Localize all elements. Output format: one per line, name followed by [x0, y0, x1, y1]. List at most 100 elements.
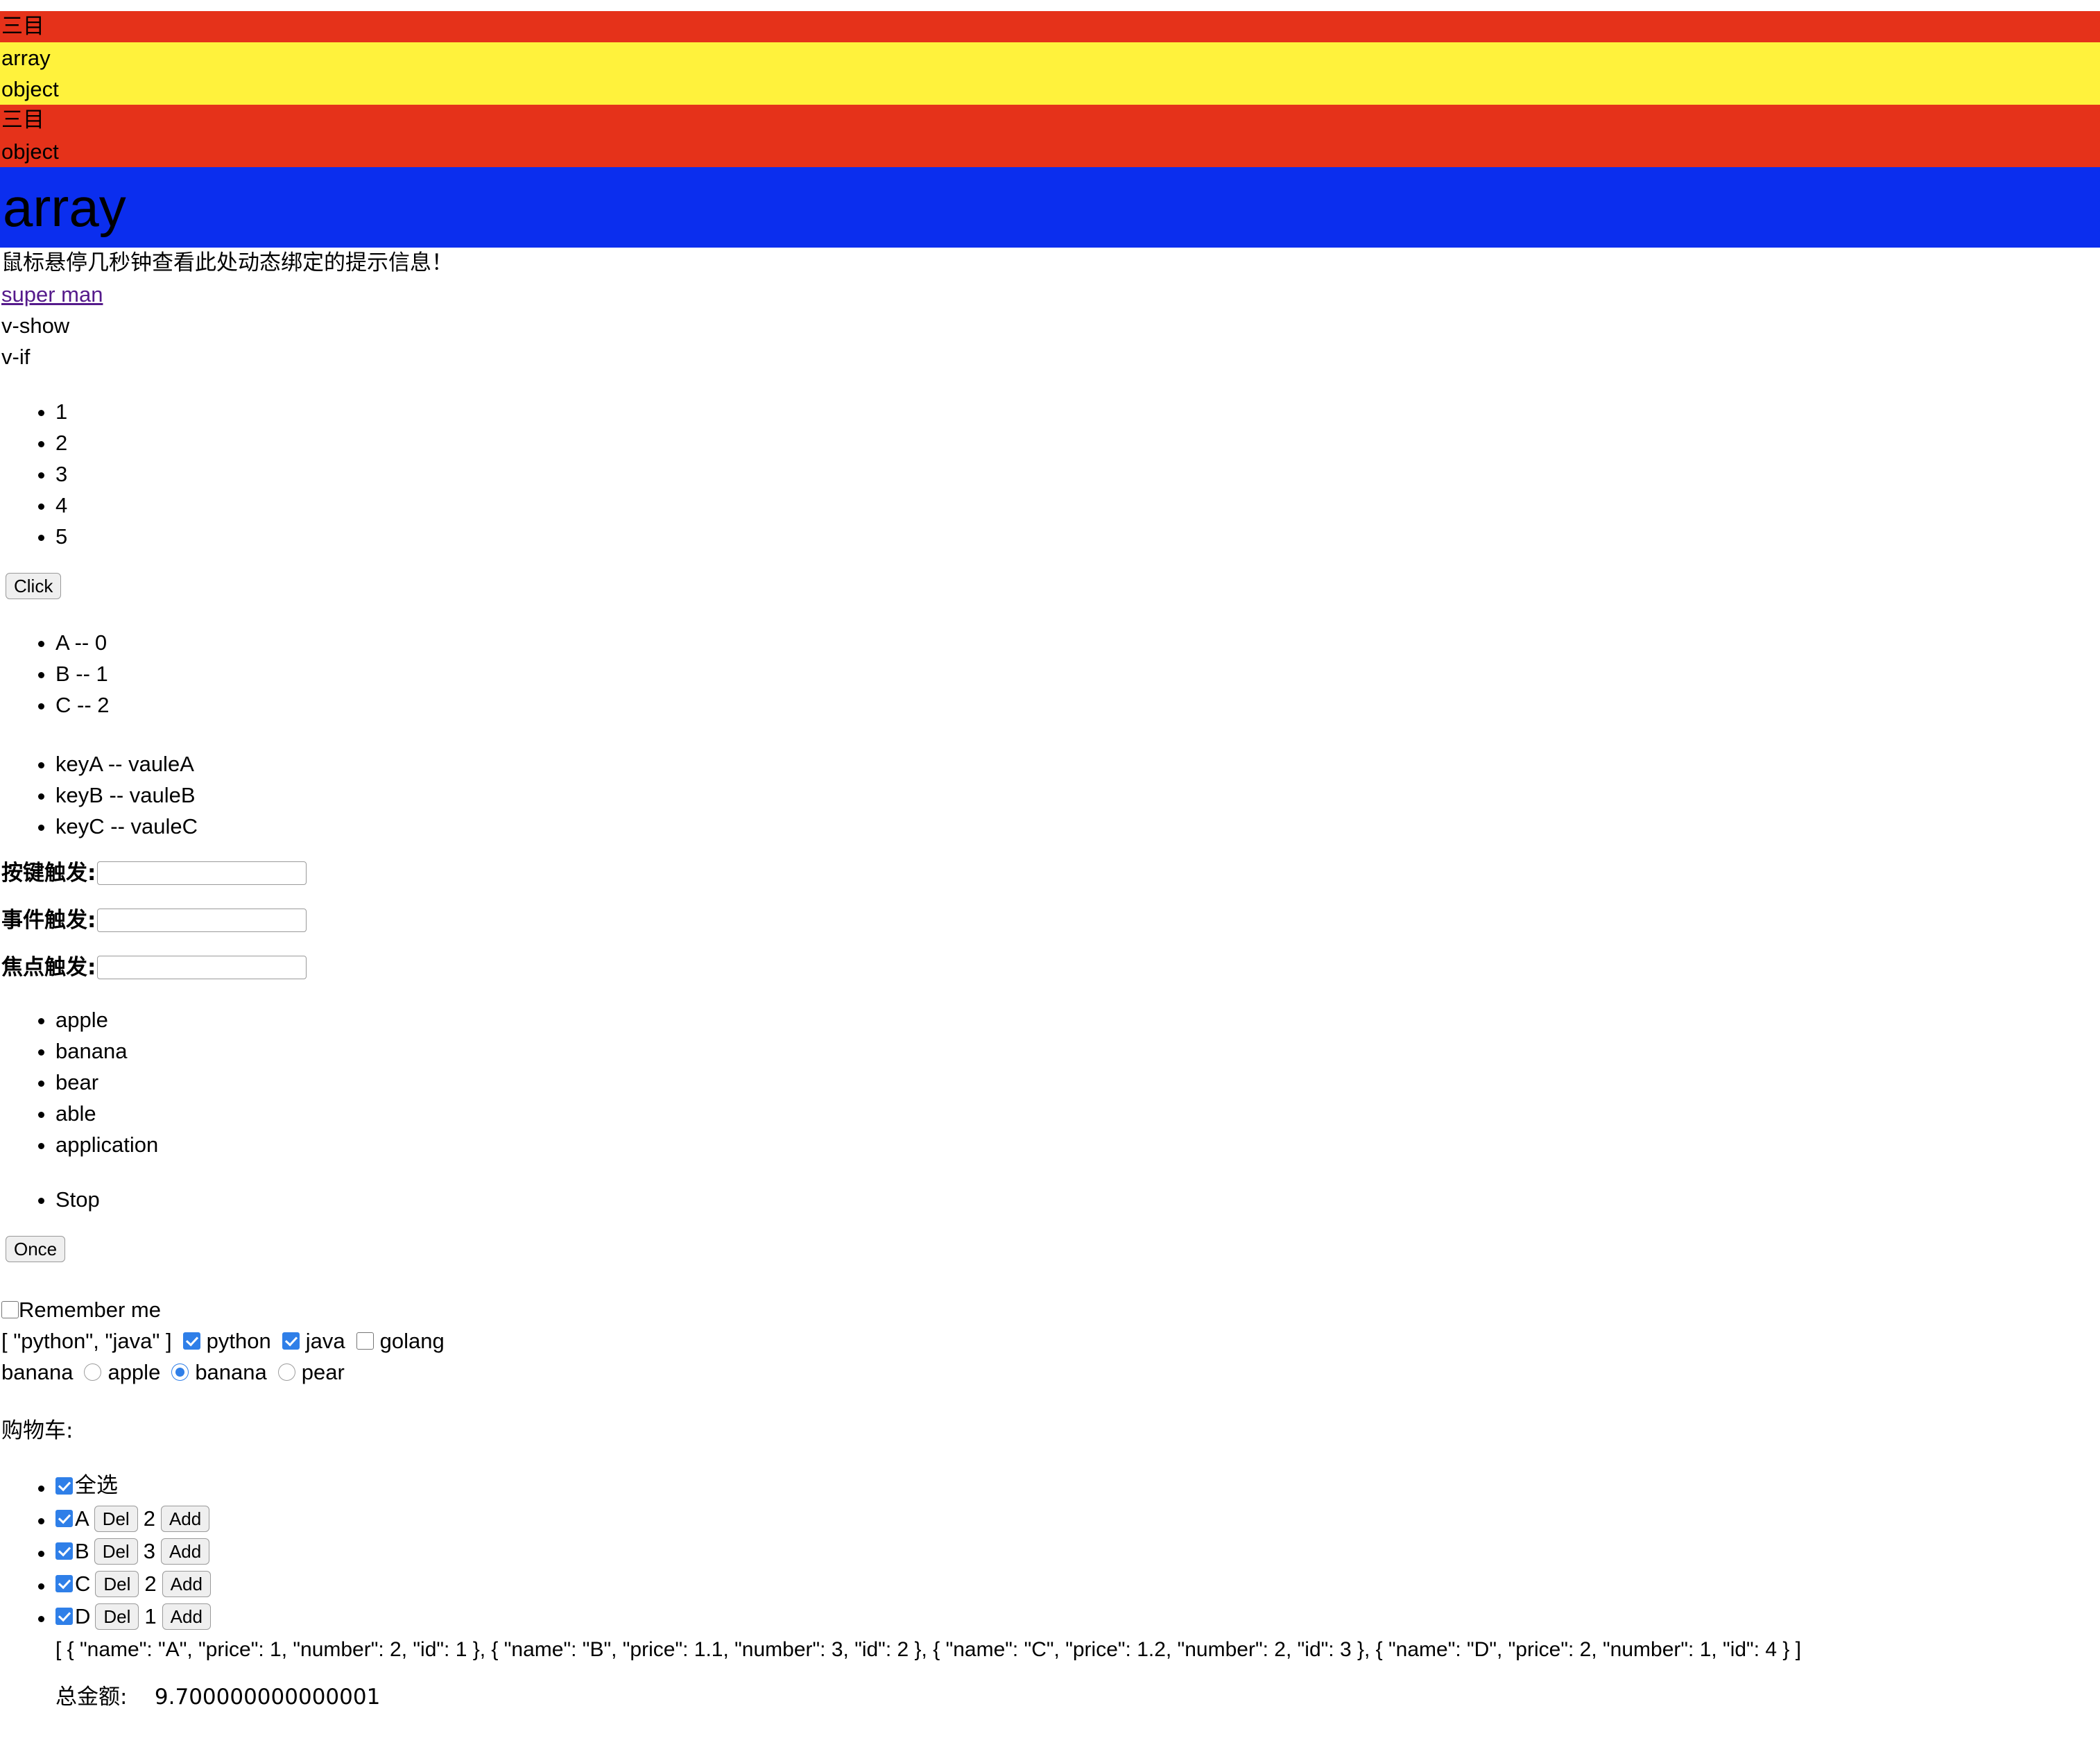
- list-item: 1: [55, 396, 2100, 427]
- add-button[interactable]: Add: [162, 1570, 211, 1597]
- table-row: B Del 3 Add: [55, 1535, 2100, 1567]
- spacer-after-click: [0, 599, 2100, 627]
- once-button-row: Once: [0, 1236, 2100, 1262]
- spacer-inputs-1: [0, 889, 2100, 904]
- add-button[interactable]: Add: [160, 1505, 210, 1532]
- pear-label: pear: [301, 1360, 345, 1384]
- once-button[interactable]: Once: [6, 1236, 66, 1262]
- apple-label: apple: [107, 1360, 161, 1384]
- super-man-link-row: super man: [0, 279, 2100, 310]
- cart-item-quantity: 3: [143, 1539, 155, 1563]
- cart-select-all-row: 全选: [55, 1470, 2100, 1501]
- banner-red-second-line1: 三目: [1, 107, 44, 132]
- focus-field-row: 焦点触发:: [0, 952, 2100, 983]
- spacer-before-cart: [0, 1388, 2100, 1415]
- remember-me-checkbox[interactable]: [1, 1301, 19, 1318]
- cart-list: 全选 A Del 2 Add B Del 3 Add C: [0, 1470, 2100, 1632]
- focus-input[interactable]: [97, 956, 307, 979]
- del-button[interactable]: Del: [95, 1570, 139, 1597]
- java-label: java: [305, 1329, 345, 1353]
- object-key-list: keyA -- vauleA keyB -- vauleB keyC -- va…: [0, 748, 2100, 842]
- cart-item-quantity: 1: [144, 1604, 157, 1628]
- list-item: 3: [55, 458, 2100, 490]
- fruit-selected-value: banana: [1, 1360, 74, 1384]
- banana-radio[interactable]: [171, 1363, 189, 1381]
- list-item: 4: [55, 490, 2100, 521]
- add-button[interactable]: Add: [162, 1603, 211, 1630]
- list-item: 5: [55, 521, 2100, 552]
- v-show-text: v-show: [1, 313, 70, 338]
- cart-item-name: B: [75, 1539, 89, 1563]
- spacer-before-inputs: [0, 842, 2100, 857]
- click-button-row: Click: [0, 573, 2100, 599]
- cart-title: 购物车:: [1, 1418, 74, 1443]
- focus-field-label: 焦点触发:: [1, 954, 96, 980]
- golang-checkbox[interactable]: [356, 1332, 374, 1350]
- cart-item-checkbox[interactable]: [55, 1575, 73, 1592]
- spacer-before-fruits: [0, 983, 2100, 1004]
- table-row: A Del 2 Add: [55, 1503, 2100, 1534]
- spacer-between-lists: [0, 721, 2100, 748]
- super-man-link[interactable]: super man: [1, 282, 103, 307]
- select-all-checkbox[interactable]: [55, 1477, 73, 1495]
- language-checkbox-row: [ "python", "java" ] python java golang: [0, 1325, 2100, 1357]
- add-button[interactable]: Add: [160, 1538, 210, 1565]
- cart-item-checkbox[interactable]: [55, 1608, 73, 1625]
- spacer-before-total: [0, 1667, 2100, 1682]
- list-item: B -- 1: [55, 658, 2100, 689]
- cart-total-value: 9.700000000000001: [154, 1685, 381, 1710]
- python-label: python: [206, 1329, 271, 1353]
- list-item: apple: [55, 1004, 2100, 1035]
- fruit-list: apple banana bear able application: [0, 1004, 2100, 1160]
- cart-json-dump: [ { "name": "A", "price": 1, "number": 2…: [55, 1638, 1802, 1661]
- keydown-field-row: 按键触发:: [0, 857, 2100, 889]
- remember-me-label: Remember me: [19, 1298, 161, 1322]
- java-checkbox[interactable]: [282, 1332, 300, 1350]
- keydown-input[interactable]: [97, 861, 307, 885]
- table-row: D Del 1 Add: [55, 1601, 2100, 1632]
- list-item: keyA -- vauleA: [55, 748, 2100, 780]
- spacer-before-once: [0, 1215, 2100, 1236]
- cart-select-all[interactable]: 全选: [55, 1470, 2100, 1501]
- language-selected-value: [ "python", "java" ]: [1, 1329, 172, 1353]
- event-field-row: 事件触发:: [0, 904, 2100, 936]
- banner-yellow-line-object: object: [1, 77, 59, 101]
- cart-item-quantity: 2: [143, 1506, 155, 1531]
- cart-total-label: 总金额:: [55, 1685, 128, 1710]
- list-item: application: [55, 1129, 2100, 1160]
- number-list: 1 2 3 4 5: [0, 396, 2100, 552]
- pear-radio[interactable]: [277, 1363, 295, 1381]
- list-item: keyC -- vauleC: [55, 811, 2100, 842]
- spacer-before-stop: [0, 1160, 2100, 1184]
- list-item: A -- 0: [55, 627, 2100, 658]
- spacer-after-directives: [0, 372, 2100, 396]
- spacer-before-checkboxes: [0, 1262, 2100, 1294]
- cart-item-quantity: 2: [144, 1572, 157, 1596]
- list-item: banana: [55, 1035, 2100, 1067]
- event-input[interactable]: [97, 909, 307, 932]
- apple-radio[interactable]: [84, 1363, 102, 1381]
- del-button[interactable]: Del: [95, 1603, 139, 1630]
- banner-yellow-line-array: array: [1, 46, 51, 70]
- banner-yellow: array object: [0, 42, 2100, 105]
- spacer-cart-title: [0, 1447, 2100, 1470]
- event-field-label: 事件触发:: [1, 907, 96, 933]
- banner-red-top: 三目: [0, 11, 2100, 42]
- cart-item-d: D Del 1 Add: [55, 1601, 2100, 1632]
- del-button[interactable]: Del: [94, 1538, 138, 1565]
- cart-item-checkbox[interactable]: [55, 1510, 73, 1527]
- cart-total-row: 总金额: 9.700000000000001: [0, 1682, 2100, 1713]
- cart-item-name: A: [75, 1506, 89, 1531]
- list-item: keyB -- vauleB: [55, 780, 2100, 811]
- tooltip-hint-text: 鼠标悬停几秒钟查看此处动态绑定的提示信息！: [1, 250, 453, 275]
- click-button[interactable]: Click: [6, 573, 62, 599]
- del-button[interactable]: Del: [94, 1505, 138, 1532]
- remember-me-row[interactable]: Remember me: [0, 1294, 2100, 1325]
- list-item: able: [55, 1098, 2100, 1129]
- v-if-text: v-if: [1, 345, 31, 369]
- python-checkbox[interactable]: [182, 1332, 200, 1350]
- array-index-list: A -- 0 B -- 1 C -- 2: [0, 627, 2100, 721]
- banner-red-second: 三目 object: [0, 105, 2100, 167]
- cart-item-checkbox[interactable]: [55, 1542, 73, 1560]
- keydown-field-label: 按键触发:: [1, 860, 96, 886]
